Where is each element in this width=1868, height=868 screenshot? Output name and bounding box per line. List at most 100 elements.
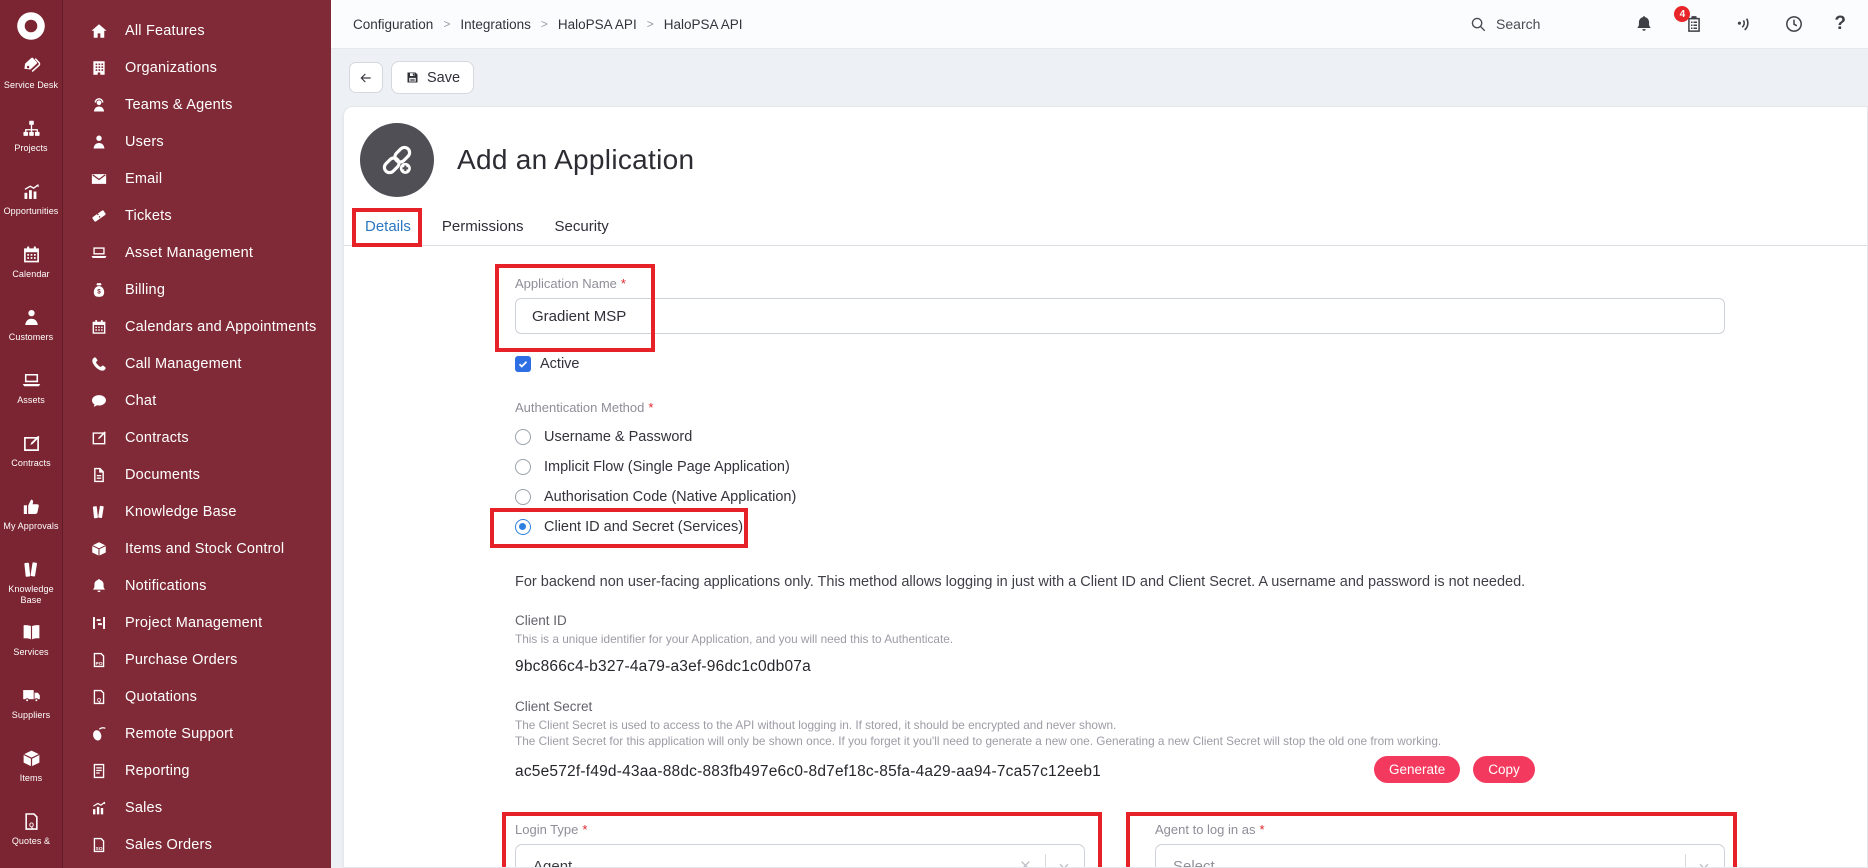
- application-name-input[interactable]: [515, 298, 1725, 334]
- sidebar-item-reporting[interactable]: Reporting: [63, 752, 331, 789]
- sidebar-item-calendars-and-appointments[interactable]: Calendars and Appointments: [63, 308, 331, 345]
- sidebar-item-label: Project Management: [125, 614, 263, 631]
- rail-item-assets[interactable]: Assets: [0, 360, 62, 422]
- feed-button[interactable]: [1734, 14, 1754, 34]
- rail-item-opportunities[interactable]: Opportunities: [0, 171, 62, 233]
- sidebar-item-asset-management[interactable]: Asset Management: [63, 234, 331, 271]
- global-search[interactable]: Search: [1469, 15, 1540, 33]
- rail-item-label: Items: [19, 773, 43, 783]
- agent-select[interactable]: Select...: [1155, 844, 1725, 867]
- breadcrumb-item-integrations[interactable]: Integrations: [460, 17, 531, 32]
- link-plus-icon: [377, 140, 417, 180]
- sidebar-item-email[interactable]: Email: [63, 160, 331, 197]
- rail-item-services[interactable]: Services: [0, 612, 62, 674]
- sidebar-item-sales-orders[interactable]: SO Sales Orders: [63, 826, 331, 863]
- box-icon: [21, 748, 42, 769]
- rail-item-calendar[interactable]: Calendar: [0, 234, 62, 296]
- sidebar-item-notifications[interactable]: Notifications: [63, 567, 331, 604]
- breadcrumb-separator: >: [443, 17, 451, 31]
- rail-item-customers[interactable]: Customers: [0, 297, 62, 359]
- halo-logo-icon[interactable]: [13, 8, 49, 44]
- client-id-description: This is a unique identifier for your App…: [515, 632, 954, 646]
- active-checkbox[interactable]: [515, 356, 531, 372]
- rail-item-items[interactable]: Items: [0, 738, 62, 800]
- laptop-icon: [90, 244, 108, 262]
- back-arrow-icon: [358, 70, 374, 86]
- client-id-label: Client ID: [515, 613, 567, 628]
- rail-item-label: Knowledge Base: [8, 584, 54, 605]
- details-form: Application Name* Active Authentication …: [490, 264, 1737, 868]
- auth-option-client-id-and-secret-services[interactable]: Client ID and Secret (Services): [490, 508, 1725, 548]
- rail-item-label: Opportunities: [3, 206, 59, 216]
- person-icon: [21, 307, 42, 328]
- laptop-icon: [21, 370, 42, 391]
- rail-item-my-approvals[interactable]: My Approvals: [0, 486, 62, 548]
- rail-item-contracts[interactable]: Contracts: [0, 423, 62, 485]
- chart-icon: [21, 181, 42, 202]
- sidebar-item-purchase-orders[interactable]: PO Purchase Orders: [63, 641, 331, 678]
- client-secret-section: Client Secret The Client Secret is used …: [515, 699, 1725, 786]
- chevron-down-icon[interactable]: [1696, 858, 1712, 867]
- radio-username-password[interactable]: [515, 429, 531, 445]
- sidebar-item-all-features[interactable]: All Features: [63, 12, 331, 49]
- rail-item-service-desk[interactable]: Service Desk: [0, 45, 62, 107]
- sidebar-item-label: Notifications: [125, 577, 207, 594]
- auth-option-username-password[interactable]: Username & Password: [515, 422, 1725, 452]
- breadcrumb-item-configuration[interactable]: Configuration: [353, 17, 433, 32]
- chevron-down-icon[interactable]: [1056, 858, 1072, 867]
- sidebar-item-quotations[interactable]: Q Quotations: [63, 678, 331, 715]
- radio-implicit-flow-single-page-application[interactable]: [515, 459, 531, 475]
- sidebar-item-label: All Features: [125, 22, 205, 39]
- active-field: Active: [515, 356, 1725, 372]
- tab-security[interactable]: Security: [553, 212, 611, 245]
- login-type-field: Login Type * Agent ×: [502, 812, 1102, 868]
- radio-client-id-and-secret-services[interactable]: [515, 519, 531, 535]
- clear-icon[interactable]: ×: [1016, 857, 1035, 868]
- tab-details[interactable]: Details: [352, 208, 422, 247]
- svg-text:SO: SO: [95, 845, 102, 851]
- sidebar-item-items-and-stock-control[interactable]: Items and Stock Control: [63, 530, 331, 567]
- login-type-value: Agent: [533, 857, 573, 868]
- history-button[interactable]: [1784, 14, 1804, 34]
- sidebar-item-documents[interactable]: Documents: [63, 456, 331, 493]
- login-type-select[interactable]: Agent ×: [515, 844, 1085, 868]
- sidebar-item-knowledge-base[interactable]: Knowledge Base: [63, 493, 331, 530]
- rail-item-knowledge-base[interactable]: Knowledge Base: [0, 549, 62, 611]
- sidebar-item-organizations[interactable]: Organizations: [63, 49, 331, 86]
- sidebar-item-teams-agents[interactable]: Teams & Agents: [63, 86, 331, 123]
- sidebar-item-remote-support[interactable]: Remote Support: [63, 715, 331, 752]
- radio-label: Authorisation Code (Native Application): [544, 489, 797, 505]
- sidebar-item-chat[interactable]: Chat: [63, 382, 331, 419]
- notifications-bell-button[interactable]: [1634, 14, 1654, 34]
- sidebar-item-contracts[interactable]: Contracts: [63, 419, 331, 456]
- client-id-value: 9bc866c4-b327-4a79-a3ef-96dc1c0db07a: [515, 658, 811, 675]
- bell-icon: [1634, 14, 1654, 34]
- back-button[interactable]: [349, 62, 383, 93]
- rail-item-quotes[interactable]: Q Quotes &: [0, 801, 62, 863]
- help-icon[interactable]: ?: [1834, 14, 1846, 34]
- auth-option-authorisation-code-native-application[interactable]: Authorisation Code (Native Application): [515, 482, 1725, 512]
- tab-permissions[interactable]: Permissions: [440, 212, 526, 245]
- sidebar-item-users[interactable]: Users: [63, 123, 331, 160]
- sidebar-item-sales[interactable]: Sales: [63, 789, 331, 826]
- save-button[interactable]: Save: [391, 61, 475, 94]
- application-name-field: Application Name *: [495, 264, 1725, 352]
- rail-item-projects[interactable]: Projects: [0, 108, 62, 170]
- rail-item-suppliers[interactable]: Suppliers: [0, 675, 62, 737]
- breadcrumb-item-halopsa-api[interactable]: HaloPSA API: [558, 17, 637, 32]
- sidebar-item-billing[interactable]: $ Billing: [63, 271, 331, 308]
- generate-button[interactable]: Generate: [1374, 756, 1461, 783]
- sidebar-item-project-management[interactable]: Project Management: [63, 604, 331, 641]
- todo-list-button[interactable]: 4: [1674, 6, 1704, 34]
- home-icon: [90, 22, 108, 40]
- radio-authorisation-code-native-application[interactable]: [515, 489, 531, 505]
- floppy-icon: [405, 70, 420, 85]
- tab-bar: Details Permissions Security: [344, 208, 1867, 247]
- person-icon: [90, 133, 108, 151]
- breadcrumb-item-halopsa-api[interactable]: HaloPSA API: [664, 17, 743, 32]
- sidebar-item-call-management[interactable]: Call Management: [63, 345, 331, 382]
- auth-option-implicit-flow-single-page-application[interactable]: Implicit Flow (Single Page Application): [515, 452, 1725, 482]
- copy-button[interactable]: Copy: [1473, 756, 1535, 783]
- rss-icon: [1734, 14, 1754, 34]
- sidebar-item-tickets[interactable]: Tickets: [63, 197, 331, 234]
